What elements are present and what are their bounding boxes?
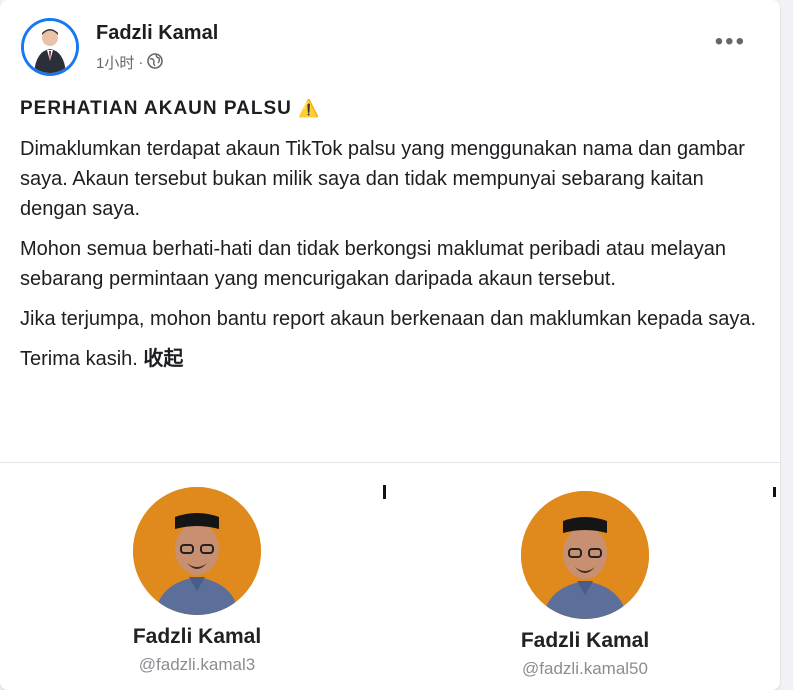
post-headline: PERHATIAN AKAUN PALSU ⚠️ (20, 94, 760, 124)
post-meta: 1小时 · (96, 52, 164, 73)
globe-icon[interactable] (147, 52, 164, 73)
headline-text: PERHATIAN AKAUN PALSU (20, 98, 292, 119)
more-options-icon[interactable]: ••• (715, 30, 746, 54)
meta-separator: · (138, 54, 144, 71)
avatar-image (24, 21, 76, 73)
profile-name: Fadzli Kamal (132, 625, 262, 648)
facebook-post: Fadzli Kamal 1小时 · ••• PERHATIAN AKAUN P… (0, 0, 780, 690)
profile-photo (521, 491, 649, 619)
closing-line: Terima kasih. 收起 (20, 344, 760, 374)
profile-card-2: Fadzli Kamal @fadzli.kamal50 (495, 491, 675, 679)
closing-text: Terima kasih. (20, 348, 138, 370)
profile-name: Fadzli Kamal (520, 629, 650, 652)
collapse-link[interactable]: 收起 (143, 348, 183, 370)
post-time[interactable]: 1小时 (96, 52, 134, 73)
author-name[interactable]: Fadzli Kamal (96, 22, 218, 45)
divider-mark (773, 487, 776, 497)
profile-card-1: Fadzli Kamal @fadzli.kamal3 (107, 487, 287, 675)
divider-mark (383, 485, 386, 499)
post-body: PERHATIAN AKAUN PALSU ⚠️ Dimaklumkan ter… (20, 94, 760, 384)
warning-icon: ⚠️ (298, 99, 321, 118)
paragraph-2: Mohon semua berhati-hati dan tidak berko… (20, 238, 726, 290)
author-avatar[interactable] (21, 18, 79, 76)
profile-handle: @fadzli.kamal3 (138, 655, 256, 674)
post-image[interactable]: Fadzli Kamal @fadzli.kamal3 Fadzli Kamal… (0, 462, 780, 690)
profile-handle: @fadzli.kamal50 (522, 659, 648, 678)
profile-photo (133, 487, 261, 615)
paragraph-1: Dimaklumkan terdapat akaun TikTok palsu … (20, 138, 745, 220)
paragraph-3: Jika terjumpa, mohon bantu report akaun … (20, 308, 757, 330)
